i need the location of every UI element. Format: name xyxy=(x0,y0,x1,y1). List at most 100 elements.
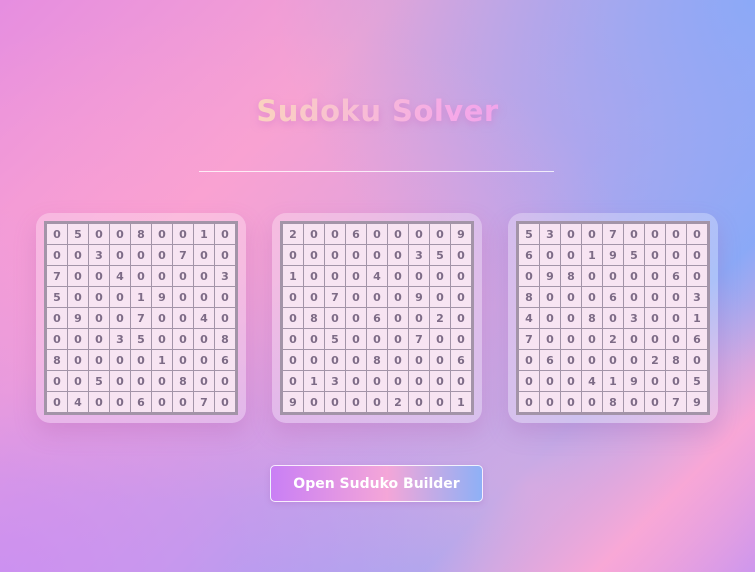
sudoku-cell[interactable]: 0 xyxy=(131,266,151,286)
sudoku-cell[interactable]: 0 xyxy=(47,308,67,328)
sudoku-cell[interactable]: 0 xyxy=(152,245,172,265)
sudoku-cell[interactable]: 0 xyxy=(283,371,303,391)
sudoku-cell[interactable]: 0 xyxy=(367,245,387,265)
sudoku-cell[interactable]: 6 xyxy=(540,350,560,370)
sudoku-cell[interactable]: 8 xyxy=(519,287,539,307)
sudoku-cell[interactable]: 3 xyxy=(409,245,429,265)
sudoku-cell[interactable]: 0 xyxy=(540,287,560,307)
sudoku-cell[interactable]: 7 xyxy=(603,224,623,244)
sudoku-cell[interactable]: 0 xyxy=(68,329,88,349)
sudoku-cell[interactable]: 0 xyxy=(346,371,366,391)
sudoku-cell[interactable]: 0 xyxy=(89,224,109,244)
sudoku-cell[interactable]: 0 xyxy=(582,266,602,286)
sudoku-cell[interactable]: 9 xyxy=(409,287,429,307)
sudoku-cell[interactable]: 0 xyxy=(430,224,450,244)
sudoku-cell[interactable]: 0 xyxy=(325,392,345,412)
sudoku-cell[interactable]: 0 xyxy=(430,350,450,370)
sudoku-cell[interactable]: 5 xyxy=(68,224,88,244)
sudoku-cell[interactable]: 0 xyxy=(68,287,88,307)
open-builder-button[interactable]: Open Suduko Builder xyxy=(270,465,483,502)
sudoku-cell[interactable]: 0 xyxy=(152,224,172,244)
sudoku-cell[interactable]: 0 xyxy=(152,371,172,391)
sudoku-cell[interactable]: 0 xyxy=(367,287,387,307)
sudoku-cell[interactable]: 0 xyxy=(325,266,345,286)
sudoku-cell[interactable]: 1 xyxy=(194,224,214,244)
sudoku-cell[interactable]: 0 xyxy=(624,329,644,349)
sudoku-cell[interactable]: 0 xyxy=(194,245,214,265)
sudoku-cell[interactable]: 0 xyxy=(430,392,450,412)
sudoku-cell[interactable]: 2 xyxy=(430,308,450,328)
sudoku-cell[interactable]: 7 xyxy=(409,329,429,349)
sudoku-cell[interactable]: 0 xyxy=(645,245,665,265)
sudoku-cell[interactable]: 9 xyxy=(603,245,623,265)
sudoku-cell[interactable]: 0 xyxy=(283,245,303,265)
sudoku-cell[interactable]: 0 xyxy=(304,392,324,412)
sudoku-cell[interactable]: 2 xyxy=(388,392,408,412)
sudoku-board[interactable]: 5300700006001950000980000608000600034008… xyxy=(516,221,710,415)
sudoku-cell[interactable]: 8 xyxy=(173,371,193,391)
sudoku-cell[interactable]: 0 xyxy=(388,329,408,349)
sudoku-cell[interactable]: 0 xyxy=(215,308,235,328)
sudoku-cell[interactable]: 0 xyxy=(367,371,387,391)
sudoku-cell[interactable]: 9 xyxy=(283,392,303,412)
sudoku-cell[interactable]: 0 xyxy=(388,371,408,391)
sudoku-cell[interactable]: 3 xyxy=(540,224,560,244)
sudoku-cell[interactable]: 1 xyxy=(131,287,151,307)
sudoku-cell[interactable]: 5 xyxy=(325,329,345,349)
sudoku-cell[interactable]: 0 xyxy=(519,266,539,286)
sudoku-cell[interactable]: 0 xyxy=(388,224,408,244)
sudoku-cell[interactable]: 0 xyxy=(687,224,707,244)
sudoku-cell[interactable]: 0 xyxy=(388,266,408,286)
sudoku-card-2[interactable]: 2006000090000003501000400000070009000800… xyxy=(272,213,482,423)
sudoku-cell[interactable]: 0 xyxy=(215,392,235,412)
sudoku-cell[interactable]: 0 xyxy=(304,287,324,307)
sudoku-board[interactable]: 0500800100030007007004000035000190000900… xyxy=(44,221,238,415)
sudoku-cell[interactable]: 0 xyxy=(68,371,88,391)
sudoku-cell[interactable]: 6 xyxy=(346,224,366,244)
sudoku-cell[interactable]: 8 xyxy=(367,350,387,370)
sudoku-cell[interactable]: 0 xyxy=(645,329,665,349)
sudoku-cell[interactable]: 0 xyxy=(582,224,602,244)
sudoku-cell[interactable]: 0 xyxy=(451,287,471,307)
sudoku-cell[interactable]: 6 xyxy=(603,287,623,307)
sudoku-cell[interactable]: 0 xyxy=(325,224,345,244)
sudoku-cell[interactable]: 0 xyxy=(152,308,172,328)
sudoku-cell[interactable]: 0 xyxy=(540,245,560,265)
sudoku-cell[interactable]: 0 xyxy=(430,266,450,286)
sudoku-cell[interactable]: 0 xyxy=(451,308,471,328)
sudoku-cell[interactable]: 0 xyxy=(430,287,450,307)
sudoku-cell[interactable]: 7 xyxy=(131,308,151,328)
sudoku-cell[interactable]: 9 xyxy=(152,287,172,307)
sudoku-cell[interactable]: 0 xyxy=(89,266,109,286)
sudoku-cell[interactable]: 0 xyxy=(215,287,235,307)
sudoku-cell[interactable]: 0 xyxy=(131,371,151,391)
sudoku-cell[interactable]: 7 xyxy=(325,287,345,307)
sudoku-cell[interactable]: 7 xyxy=(47,266,67,286)
sudoku-cell[interactable]: 3 xyxy=(624,308,644,328)
sudoku-cell[interactable]: 0 xyxy=(367,224,387,244)
sudoku-cell[interactable]: 0 xyxy=(519,350,539,370)
sudoku-cell[interactable]: 1 xyxy=(283,266,303,286)
sudoku-cell[interactable]: 8 xyxy=(666,350,686,370)
sudoku-cell[interactable]: 0 xyxy=(540,392,560,412)
sudoku-cell[interactable]: 0 xyxy=(194,287,214,307)
sudoku-cell[interactable]: 0 xyxy=(152,329,172,349)
sudoku-cell[interactable]: 4 xyxy=(68,392,88,412)
sudoku-cell[interactable]: 0 xyxy=(582,287,602,307)
sudoku-cell[interactable]: 0 xyxy=(451,329,471,349)
sudoku-cell[interactable]: 0 xyxy=(89,392,109,412)
sudoku-cell[interactable]: 0 xyxy=(47,224,67,244)
sudoku-cell[interactable]: 0 xyxy=(110,245,130,265)
sudoku-cell[interactable]: 0 xyxy=(409,224,429,244)
sudoku-cell[interactable]: 0 xyxy=(666,287,686,307)
sudoku-cell[interactable]: 9 xyxy=(624,371,644,391)
sudoku-cell[interactable]: 0 xyxy=(687,245,707,265)
sudoku-cell[interactable]: 0 xyxy=(304,350,324,370)
sudoku-cell[interactable]: 0 xyxy=(304,245,324,265)
sudoku-cell[interactable]: 0 xyxy=(47,392,67,412)
sudoku-cell[interactable]: 0 xyxy=(519,371,539,391)
sudoku-cell[interactable]: 0 xyxy=(687,350,707,370)
sudoku-cell[interactable]: 0 xyxy=(346,350,366,370)
sudoku-cell[interactable]: 0 xyxy=(89,329,109,349)
sudoku-cell[interactable]: 6 xyxy=(215,350,235,370)
